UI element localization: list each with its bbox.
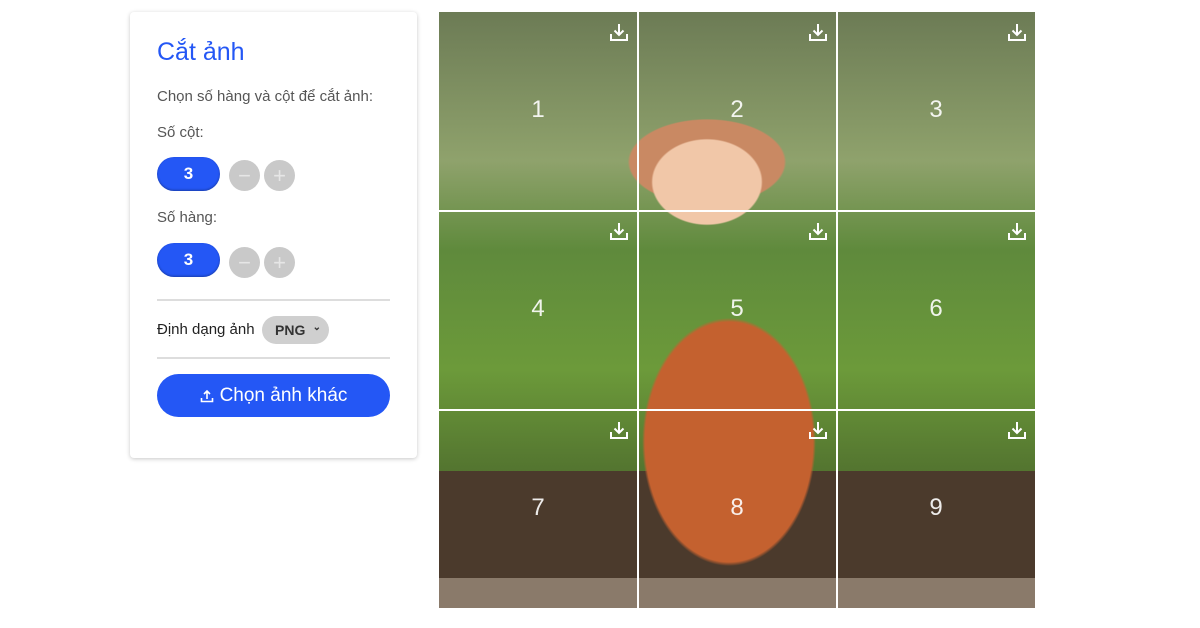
columns-decrement-button[interactable]: −: [229, 160, 260, 191]
divider: [157, 299, 390, 301]
download-icon[interactable]: [1007, 221, 1027, 241]
rows-increment-button[interactable]: +: [264, 247, 295, 278]
grid-cell: 7: [439, 410, 637, 608]
upload-label: Chọn ảnh khác: [219, 384, 348, 406]
format-value: PNG: [275, 322, 306, 338]
download-icon[interactable]: [808, 221, 828, 241]
grid-cell: 8: [638, 410, 836, 608]
panel-description: Chọn số hàng và cột để cắt ảnh:: [157, 88, 373, 105]
download-icon[interactable]: [1007, 420, 1027, 440]
cell-number: 5: [730, 295, 744, 322]
download-icon[interactable]: [1007, 22, 1027, 42]
grid-cell: 3: [837, 12, 1035, 210]
download-icon[interactable]: [808, 420, 828, 440]
upload-icon: [200, 389, 213, 402]
image-grid: 1 2 3 4 5 6 7 8 9: [439, 12, 1035, 608]
divider: [157, 357, 390, 359]
grid-cell: 2: [638, 12, 836, 210]
cell-number: 1: [531, 96, 545, 123]
rows-label: Số hàng:: [157, 209, 218, 226]
panel-title: Cắt ảnh: [157, 38, 245, 66]
cell-number: 8: [730, 494, 744, 521]
cell-number: 9: [929, 494, 943, 521]
format-select[interactable]: PNG ⌄: [262, 316, 329, 344]
columns-increment-button[interactable]: +: [264, 160, 295, 191]
cell-number: 7: [531, 494, 545, 521]
grid-cell: 6: [837, 211, 1035, 409]
columns-label: Số cột:: [157, 124, 204, 141]
rows-decrement-button[interactable]: −: [229, 247, 260, 278]
download-icon[interactable]: [609, 22, 629, 42]
chevron-down-icon: ⌄: [312, 322, 321, 333]
grid-cell: 5: [638, 211, 836, 409]
crop-panel: Cắt ảnh Chọn số hàng và cột để cắt ảnh: …: [130, 12, 417, 458]
grid-cell: 9: [837, 410, 1035, 608]
grid-cell: 4: [439, 211, 637, 409]
download-icon[interactable]: [808, 22, 828, 42]
columns-value[interactable]: 3: [157, 157, 220, 191]
grid-cell: 1: [439, 12, 637, 210]
cell-number: 4: [531, 295, 545, 322]
choose-another-image-button[interactable]: Chọn ảnh khác: [157, 374, 390, 417]
rows-value[interactable]: 3: [157, 243, 220, 277]
download-icon[interactable]: [609, 420, 629, 440]
cell-number: 6: [929, 295, 943, 322]
cell-number: 3: [929, 96, 943, 123]
download-icon[interactable]: [609, 221, 629, 241]
cell-number: 2: [730, 96, 744, 123]
format-label: Định dạng ảnh: [157, 321, 255, 338]
